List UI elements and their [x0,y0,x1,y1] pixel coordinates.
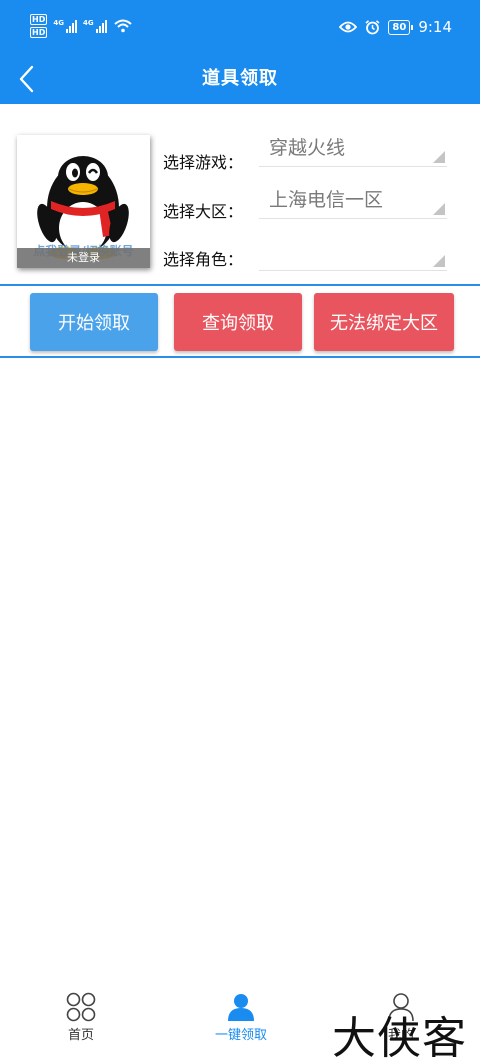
cannot-bind-area-button[interactable]: 无法绑定大区 [314,293,454,351]
network-label: 4G [53,19,64,27]
login-status: 未登录 [17,248,150,268]
login-avatar-button[interactable]: 点我登录/切换账号 未登录 [17,135,150,268]
signal-icon: 4G [53,19,77,33]
hd-badge: HD [30,27,48,38]
nav-label-home: 首页 [67,1028,94,1043]
dropdown-arrow-icon [433,203,445,215]
status-bar-right: 80 9:14 [339,18,452,36]
status-bar: HD HD 4G 4G 80 9:14 [0,0,480,58]
clock: 9:14 [418,18,452,36]
game-label: 选择游戏： [163,153,244,172]
hd-badges: HD HD [30,14,48,38]
nav-item-one-click-claim[interactable]: 一键领取 [181,980,301,1050]
network-label: 4G [82,19,94,27]
dropdown-arrow-icon [433,255,445,267]
area-select-value: 上海电信一区 [269,189,384,211]
start-claim-button[interactable]: 开始领取 [30,293,158,351]
query-claim-button[interactable]: 查询领取 [174,293,302,351]
eye-icon [339,21,358,33]
role-select[interactable] [259,233,447,271]
alarm-icon [365,19,380,34]
title-bar: 道具领取 [0,58,480,104]
watermark: 大侠客 [332,1013,467,1061]
game-select-value: 穿越火线 [269,137,346,159]
role-label: 选择角色： [163,250,244,269]
hd-badge: HD [30,14,48,25]
status-bar-left: HD HD 4G 4G [30,14,132,38]
dropdown-arrow-icon [433,151,445,163]
grid-circles-icon [66,992,96,1022]
page-title: 道具领取 [202,68,278,89]
nav-label-one-click-claim: 一键领取 [214,1028,267,1043]
wifi-icon [113,19,132,33]
battery-indicator: 80 [388,19,414,35]
signal-icon: 4G [83,19,107,33]
nav-item-home[interactable]: 首页 [21,980,141,1050]
area-select[interactable]: 上海电信一区 [259,181,447,219]
user-filled-icon [228,994,254,1021]
game-select[interactable]: 穿越火线 [259,129,447,167]
divider-bottom [0,356,480,358]
area-label: 选择大区： [163,202,244,221]
divider-top [0,284,480,286]
